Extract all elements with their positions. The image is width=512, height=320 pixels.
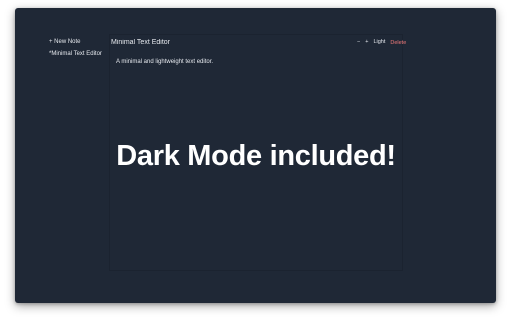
zoom-out-button[interactable]: − [357,40,360,46]
note-title-input[interactable] [109,38,204,47]
zoom-in-button[interactable]: + [365,40,368,46]
dark-mode-headline: Dark Mode included! [116,140,396,172]
note-body-text[interactable]: A minimal and lightweight text editor. [116,59,213,65]
sidebar-note-item[interactable]: *Minimal Text Editor [49,51,102,57]
delete-button[interactable]: Delete [390,40,406,46]
editor-toolbar: − + Light Delete [357,40,406,46]
theme-toggle-button[interactable]: Light [373,40,385,46]
new-note-button[interactable]: + New Note [49,39,81,45]
